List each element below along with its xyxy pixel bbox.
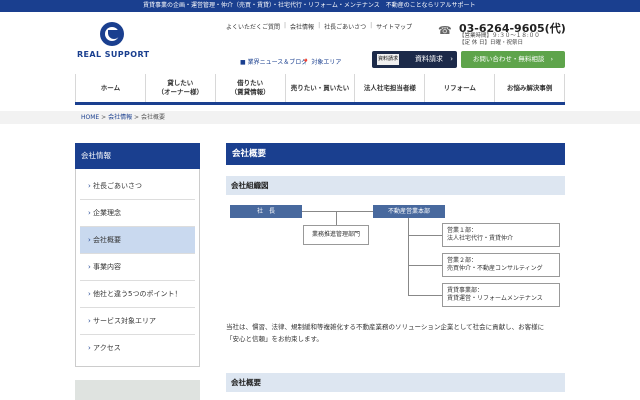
sidebar-list: › 社長ごあいさつ › 企業理念 › 会社概要 › 事業内容 › 他社と違う5つ…: [75, 169, 200, 367]
request-tag: 資料請求: [377, 54, 399, 65]
nav-buy-sell[interactable]: 売りたい・買いたい: [285, 74, 356, 102]
breadcrumb-home[interactable]: HOME: [81, 114, 99, 121]
page-title: 会社概要: [226, 143, 565, 165]
org-dept-3: 賃貸事業部： 賃貸運営・リフォームメンテナンス: [442, 283, 560, 307]
nav-rent[interactable]: 借りたい （賃貸情報）: [215, 74, 286, 102]
org-dept-2: 営業２部： 売買仲介・不動産コンサルティング: [442, 253, 560, 277]
sidebar-item-area[interactable]: › サービス対象エリア: [80, 308, 195, 335]
arrow-right-icon: ›: [88, 182, 91, 190]
area-link[interactable]: 📍 対象エリア: [302, 57, 341, 66]
request-documents-button[interactable]: 資料請求 資料請求 ›: [372, 51, 457, 68]
util-link-faq[interactable]: よくいただくご質問: [226, 22, 280, 31]
map-pin-icon: 📍: [302, 59, 310, 66]
sidebar-item-label: 会社概要: [93, 236, 122, 244]
area-label: 対象エリア: [311, 59, 342, 66]
breadcrumb: HOME > 会社情報 > 会社概要: [0, 111, 640, 124]
sidebar-item-label: 社長ごあいさつ: [93, 182, 143, 190]
nav-corporate[interactable]: 法人社宅担当者様: [355, 74, 426, 102]
closed-days-line: 【定 休 日】日曜・祝祭日: [459, 40, 523, 46]
sidebar-item-label: 他社と違う5つのポイント！: [93, 290, 182, 298]
nav-reform[interactable]: リフォーム: [425, 74, 496, 102]
breadcrumb-sep: >: [101, 114, 107, 121]
sidebar-item-business[interactable]: › 事業内容: [80, 254, 195, 281]
sidebar-item-points[interactable]: › 他社と違う5つのポイント！: [80, 281, 195, 308]
company-description: 当社は、慣習、法律、規制緩和等複雑化する不動産業務のソリューション企業として社会…: [226, 323, 545, 343]
hours-line: 【営業時間】９:３０〜１８:００: [459, 33, 540, 39]
news-icon: ■: [240, 59, 246, 66]
dept-2-name: 営業２部：: [447, 257, 478, 264]
arrow-right-icon: ›: [88, 263, 91, 271]
phone-block: ☎ 03-6264-9605(代) 【営業時間】９:３０〜１８:００ 【定 休 …: [438, 20, 573, 48]
logo-mark-icon: [100, 22, 124, 46]
chevron-right-icon: ›: [450, 55, 453, 63]
nav-rent-label: 借りたい （賃貸情報）: [230, 79, 270, 96]
arrow-right-icon: ›: [88, 344, 91, 352]
news-blog-label: 業界ニュース＆ブログ: [247, 59, 308, 66]
util-link-greeting[interactable]: 社長ごあいさつ: [324, 22, 366, 31]
main-nav: ホーム 貸したい （オーナー様） 借りたい （賃貸情報） 売りたい・買いたい 法…: [75, 74, 566, 105]
org-dept-1: 営業１部： 法人社宅代行・賃貸仲介: [442, 223, 560, 247]
dept-3-name: 賃貸事業部：: [447, 287, 484, 294]
sidebar-item-overview[interactable]: › 会社概要: [80, 227, 195, 254]
dept-3-desc: 賃貸運営・リフォームメンテナンス: [447, 295, 543, 302]
news-blog-link[interactable]: ■ 業界ニュース＆ブログ: [240, 57, 307, 66]
arrow-right-icon: ›: [88, 290, 91, 298]
sidebar-item-label: 事業内容: [93, 263, 122, 271]
sidebar-item-greeting[interactable]: › 社長ごあいさつ: [80, 173, 195, 200]
arrow-right-icon: ›: [88, 236, 91, 244]
sidebar-item-label: アクセス: [93, 344, 121, 352]
contact-button[interactable]: お問い合わせ・無料相談 ›: [461, 51, 565, 68]
page: 賃貸事業の企画・運営管理・仲介（売買・賃貸）・社宅代行・リフォーム・メンテナンス…: [0, 0, 640, 400]
sidebar-item-philosophy[interactable]: › 企業理念: [80, 200, 195, 227]
top-banner: 賃貸事業の企画・運営管理・仲介（売買・賃貸）・社宅代行・リフォーム・メンテナンス…: [0, 0, 640, 12]
nav-lend[interactable]: 貸したい （オーナー様）: [145, 74, 216, 102]
util-link-company[interactable]: 会社情報: [290, 22, 314, 31]
section-heading-org: 会社組織図: [226, 176, 565, 195]
dept-2-desc: 売買仲介・不動産コンサルティング: [447, 265, 543, 272]
breadcrumb-company[interactable]: 会社情報: [108, 114, 132, 121]
org-realestate-hq: 不動産営業本部: [373, 205, 445, 218]
nav-lend-label: 貸したい （オーナー様）: [157, 79, 204, 96]
contact-label: お問い合わせ・無料相談: [472, 55, 545, 63]
sidebar-item-access[interactable]: › アクセス: [80, 335, 195, 362]
sidebar-item-label: サービス対象エリア: [93, 317, 157, 325]
dept-1-name: 営業１部：: [447, 227, 478, 234]
main-content: 会社概要 会社組織図 社 長 不動産営業本部 業務推進管理部門 営業１部： 法人…: [226, 143, 565, 345]
sidebar-banner-image[interactable]: [75, 380, 200, 400]
nav-cases[interactable]: お悩み解決事例: [495, 74, 566, 102]
logo-text: REAL SUPPORT: [77, 50, 150, 59]
request-label: 資料請求: [415, 55, 443, 63]
section-heading-overview: 会社概要: [226, 373, 565, 392]
nav-home[interactable]: ホーム: [75, 74, 146, 102]
util-link-sitemap[interactable]: サイトマップ: [376, 22, 412, 31]
logo[interactable]: REAL SUPPORT: [77, 22, 150, 62]
arrow-right-icon: ›: [88, 209, 91, 217]
breadcrumb-sep: >: [134, 114, 140, 121]
sidebar-title: 会社情報: [75, 143, 200, 169]
sidebar-item-label: 企業理念: [93, 209, 122, 217]
phone-icon: ☎: [438, 24, 452, 37]
org-chart: 社 長 不動産営業本部 業務推進管理部門 営業１部： 法人社宅代行・賃貸仲介 営…: [226, 195, 565, 313]
dept-1-desc: 法人社宅代行・賃貸仲介: [447, 235, 514, 242]
business-hours: 【営業時間】９:３０〜１８:００ 【定 休 日】日曜・祝祭日: [459, 33, 540, 47]
arrow-right-icon: ›: [88, 317, 91, 325]
org-planning: 業務推進管理部門: [303, 225, 369, 245]
chevron-right-icon: ›: [550, 55, 554, 63]
utility-nav: よくいただくご質問 | 会社情報 | 社長ごあいさつ | サイトマップ: [226, 22, 413, 31]
sidebar: 会社情報 › 社長ごあいさつ › 企業理念 › 会社概要 › 事業内容 › 他社…: [75, 143, 200, 367]
breadcrumb-current: 会社概要: [140, 114, 165, 121]
org-president: 社 長: [230, 205, 302, 218]
